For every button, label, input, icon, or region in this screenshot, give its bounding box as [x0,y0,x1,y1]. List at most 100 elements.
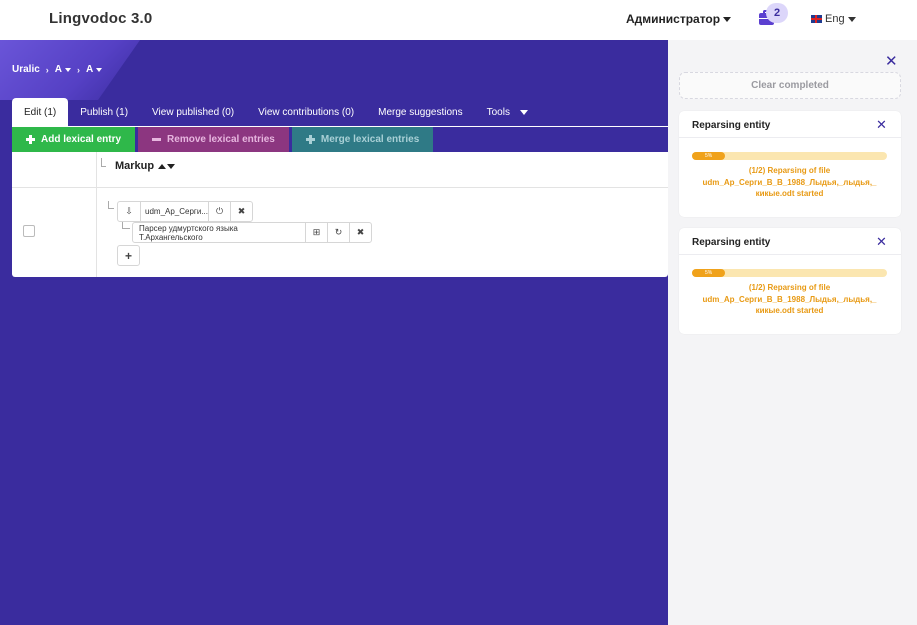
refresh-icon: ↻ [334,227,343,237]
task-card: Reparsing entity ✕ 5% (1/2) Reparsing of… [679,111,901,217]
add-markup-button[interactable]: + [117,245,140,266]
tasks-count-badge: 2 [766,3,788,23]
power-icon: ⏻ [215,206,224,216]
breadcrumb-dropdown[interactable]: A [54,64,72,75]
merge-lexical-entries-button[interactable]: Merge lexical entries [291,127,434,152]
button-label: Clear completed [751,80,829,91]
tab-bar: Edit (1) Publish (1) View published (0) … [12,98,540,127]
breadcrumb: Uralic › A › A [12,64,103,75]
card-divider [679,254,901,255]
chevron-down-icon [65,67,72,72]
card-divider [679,137,901,138]
delete-button[interactable]: ✖ [230,202,252,221]
progress-fill: 5% [692,269,726,277]
tab-publish[interactable]: Publish (1) [68,98,140,127]
add-markup-cell: + [118,246,139,265]
progress-fill: 5% [692,152,726,160]
table-icon: ⊞ [312,227,321,237]
user-menu[interactable]: Администратор [626,12,732,26]
refresh-button[interactable]: ↻ [327,223,349,242]
close-icon: ✖ [237,206,246,216]
column-header-label: Markup [115,160,155,172]
chevron-down-icon [519,110,528,115]
breadcrumb-label: A [86,64,94,75]
breadcrumb-dropdown[interactable]: A [86,64,103,75]
app-title[interactable]: Lingvodoc 3.0 [49,10,152,27]
user-name: Администратор [626,12,721,26]
file-name-text: udm_Ap_Серги... [145,207,208,216]
chevron-down-icon [96,67,103,72]
breadcrumb-label: A [54,64,63,75]
top-bar: Lingvodoc 3.0 Администратор 2 Eng [0,0,917,40]
lexical-entries-table: Markup ⇩ udm_Ap_Серги... ⏻ ✖ Парсер удму… [12,152,668,277]
sort-descending-icon[interactable] [167,163,176,169]
close-icon: ✕ [885,53,898,70]
close-task-button[interactable]: ✕ [876,234,887,250]
parser-name-text: Парсер удмуртского языка Т.Архангельског… [139,223,238,242]
tab-edit[interactable]: Edit (1) [12,98,69,127]
markup-file-name[interactable]: udm_Ap_Серги... [140,202,208,221]
sort-control[interactable] [158,163,176,169]
task-title: Reparsing entity [692,237,771,248]
uk-flag-icon [811,15,822,23]
tree-connector [122,221,130,229]
column-divider [96,152,97,277]
task-message-line: udm_Ap_Серги_В_В_1988_Лыдья,_лыдья,_ [702,294,877,304]
task-message-line: udm_Ap_Серги_В_В_1988_Лыдья,_лыдья,_ [702,177,877,187]
power-button[interactable]: ⏻ [208,202,230,221]
tab-view-contributions[interactable]: View contributions (0) [246,98,366,127]
plus-icon [26,135,35,144]
task-message-line: кикые.odt started [755,189,824,198]
chevron-right-icon: › [77,64,81,75]
column-header-markup[interactable]: Markup [115,160,176,172]
table-view-button[interactable]: ⊞ [305,223,327,242]
tab-label: Tools [486,107,510,118]
markup-file-chip: ⇩ udm_Ap_Серги... ⏻ ✖ [117,201,253,222]
breadcrumb-item[interactable]: Uralic [12,64,40,75]
tab-merge-suggestions[interactable]: Merge suggestions [366,98,475,127]
task-message: (1/2) Reparsing of file udm_Ap_Серги_В_В… [692,165,887,200]
close-panel-button[interactable]: ✕ [885,52,898,70]
tab-view-published[interactable]: View published (0) [140,98,246,127]
task-message: (1/2) Reparsing of file udm_Ap_Серги_В_В… [692,282,887,317]
close-task-button[interactable]: ✕ [876,117,887,133]
button-label: Remove lexical entries [167,134,275,145]
tasks-button[interactable]: 2 [757,3,789,31]
breadcrumb-label: Uralic [12,64,40,75]
tab-label: Merge suggestions [378,107,463,118]
task-message-line: (1/2) Reparsing of file [748,166,831,175]
parser-chip: Парсер удмуртского языка Т.Архангельског… [132,222,372,243]
remove-parser-button[interactable]: ✖ [349,223,371,242]
tree-connector [108,201,114,209]
tab-label: View contributions (0) [258,107,355,118]
button-label: Merge lexical entries [320,134,420,145]
progress-bar: 5% [692,152,887,160]
download-button[interactable]: ⇩ [118,202,140,221]
remove-lexical-entries-button[interactable]: Remove lexical entries [138,127,289,152]
task-message-line: (1/2) Reparsing of file [748,283,831,292]
language-selector[interactable]: Eng [811,13,856,25]
sort-ascending-icon[interactable] [158,163,167,169]
button-label: Add lexical entry [41,134,122,145]
row-checkbox[interactable] [23,225,35,237]
download-icon: ⇩ [125,206,133,216]
plus-icon [305,135,315,144]
task-card: Reparsing entity ✕ 5% (1/2) Reparsing of… [679,228,901,334]
tab-label: Publish (1) [80,107,129,118]
tab-label: View published (0) [152,107,235,118]
minus-icon [152,138,162,141]
tab-label: Edit (1) [24,107,57,118]
header-divider [12,187,668,188]
tasks-panel: ✕ Clear completed Reparsing entity ✕ 5% … [668,40,917,625]
close-icon: ✖ [356,227,365,237]
parser-name[interactable]: Парсер удмуртского языка Т.Архангельског… [133,223,305,242]
add-lexical-entry-button[interactable]: Add lexical entry [12,127,136,152]
tab-tools[interactable]: Tools [475,98,540,127]
close-icon: ✕ [876,117,887,132]
clear-completed-button[interactable]: Clear completed [679,72,901,99]
action-bar: Add lexical entry Remove lexical entries… [12,127,434,152]
task-message-line: кикые.odt started [755,306,824,315]
task-title: Reparsing entity [692,120,771,131]
plus-icon: + [124,248,132,263]
chevron-down-icon [723,16,732,22]
